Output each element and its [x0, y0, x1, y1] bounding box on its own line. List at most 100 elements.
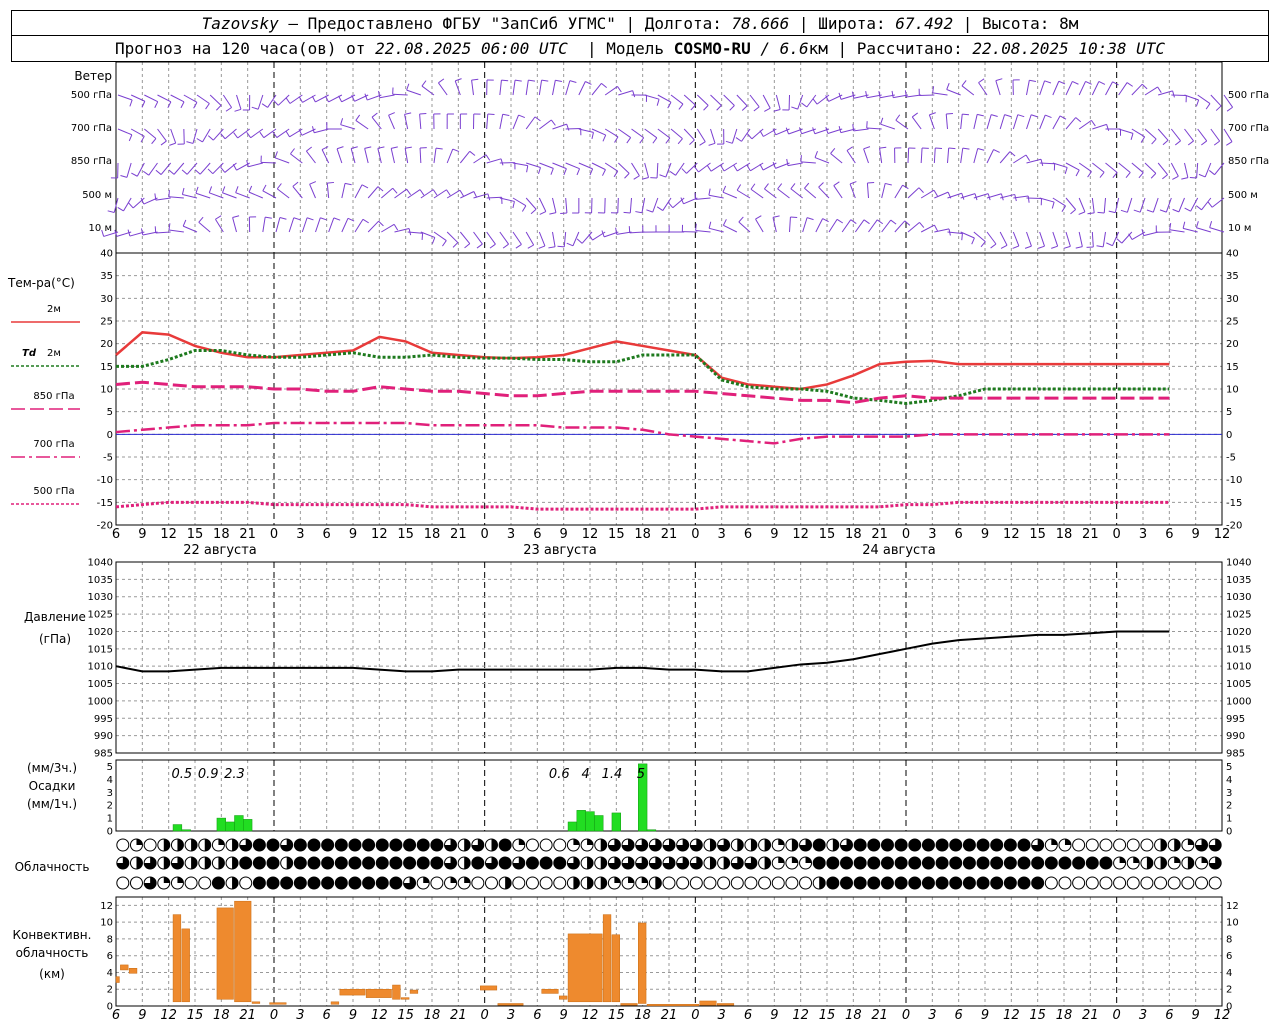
wind-barb: [650, 162, 659, 179]
wind-barb-flag: [681, 168, 687, 174]
date-label: 23 августа: [523, 543, 597, 558]
precip-bar: [234, 815, 244, 832]
cloud-symbol: [908, 838, 922, 852]
wind-barb-flag: [991, 114, 998, 117]
wind-barb-staff: [863, 148, 869, 164]
wind-barb: [911, 112, 922, 130]
y-tick-label: 1035: [88, 575, 113, 586]
cloud-symbol: [116, 876, 130, 890]
cloud-symbol: [1031, 856, 1045, 870]
y-tick-label: 1000: [1226, 696, 1251, 707]
cloud-symbol: [252, 876, 266, 890]
x-tick-label: 0: [902, 527, 910, 542]
wind-barb: [446, 231, 459, 248]
wind-barb-staff: [828, 219, 838, 233]
wind-barb: [1169, 222, 1185, 233]
cloud-fill: [709, 839, 716, 851]
wind-barb: [631, 94, 647, 102]
x-tick-label: 0: [902, 1008, 910, 1023]
y-tick-label: 1030: [88, 592, 113, 603]
wind-barb-staff: [670, 94, 684, 105]
cloud-symbol: [812, 838, 826, 852]
cloud-symbol: [730, 856, 744, 870]
cloud-symbol: [962, 856, 976, 870]
precip-title: Осадки: [29, 779, 76, 793]
wind-barb-staff: [1157, 162, 1168, 175]
x-tick-label: 3: [718, 527, 726, 542]
cloud-circle: [976, 856, 990, 870]
cloud-symbol: [676, 856, 690, 870]
x-tick-label: 3: [507, 527, 515, 542]
wind-barb-staff: [292, 186, 303, 199]
wind-barb: [804, 182, 817, 199]
x-tick-label: 12: [1214, 1008, 1231, 1023]
wind-barb: [486, 196, 503, 204]
wind-barb-staff: [1078, 197, 1086, 213]
x-tick-label: 15: [819, 527, 836, 542]
cloud-circle: [307, 876, 321, 890]
wind-barb-flag: [169, 142, 176, 146]
wind-barb-flag: [393, 224, 399, 231]
wind-barb-flag: [1075, 246, 1083, 249]
cloud-symbol: [1208, 838, 1222, 852]
legend-label: 850 гПа: [33, 391, 74, 402]
y-tick-label: 15: [1226, 362, 1239, 373]
x-tick-label: 6: [744, 527, 752, 542]
wind-barb-staff: [947, 148, 950, 164]
wind-barb: [920, 189, 938, 199]
cloud-symbol: [225, 838, 239, 852]
cloud-fill: [232, 839, 239, 851]
cloud-symbol: [334, 838, 348, 852]
wind-barb-staff: [907, 187, 920, 199]
y-tick-label: 1010: [88, 662, 113, 673]
cloud-symbol: [403, 838, 417, 852]
wind-barb: [670, 128, 683, 145]
wind-barb-flag: [918, 187, 924, 193]
wind-barb-staff: [471, 80, 474, 96]
wind-barb: [1105, 128, 1122, 136]
cloud-symbol: [635, 856, 649, 870]
wind-barb: [591, 128, 607, 142]
conv-bar: [172, 914, 182, 1003]
wind-barb-flag: [729, 105, 735, 111]
wind-barb: [1091, 81, 1106, 96]
wind-barb: [549, 197, 557, 215]
cloud-symbol: [976, 856, 990, 870]
wind-barb-flag: [911, 112, 919, 118]
cloud-symbol: [321, 876, 335, 890]
wind-barb-staff: [1102, 231, 1106, 247]
wind-barb: [1197, 94, 1211, 110]
wind-barb: [486, 231, 496, 249]
x-tick-label: 18: [1056, 1008, 1073, 1023]
wind-barb: [473, 154, 491, 164]
cloud-symbol: [935, 876, 949, 890]
conv-bar: [339, 988, 366, 996]
wind-barb-staff: [804, 187, 817, 199]
wind-barb: [1157, 128, 1169, 146]
cloud-circle: [826, 876, 840, 890]
wind-level-label-right: 500 м: [1228, 190, 1258, 201]
y-tick-label: -5: [1226, 453, 1236, 464]
wind-barb-staff: [591, 162, 606, 171]
wind-barb-staff: [999, 114, 1006, 130]
wind-barb-flag: [530, 208, 537, 215]
wind-barb-flag: [129, 99, 133, 107]
wind-barb: [433, 147, 443, 164]
wind-barb: [117, 94, 133, 107]
wind-barb-flag: [265, 216, 272, 219]
wind-barb-flag: [186, 141, 194, 144]
cloud-circle: [1003, 856, 1017, 870]
conv-bar: [699, 1000, 717, 1006]
wind-barb: [378, 90, 395, 99]
cloud-symbol: [1208, 876, 1222, 890]
wind-barb-staff: [973, 231, 986, 242]
cloud-circle: [826, 856, 840, 870]
cloud-circle: [362, 856, 376, 870]
cloud-symbol: [1113, 856, 1127, 870]
cloud-circle: [935, 856, 949, 870]
cloud-circle: [1099, 838, 1113, 852]
y-tick-label: -15: [1226, 498, 1242, 509]
wind-barb-staff: [1170, 128, 1181, 142]
wind-barb: [782, 94, 790, 111]
wind-barb-staff: [248, 191, 264, 199]
